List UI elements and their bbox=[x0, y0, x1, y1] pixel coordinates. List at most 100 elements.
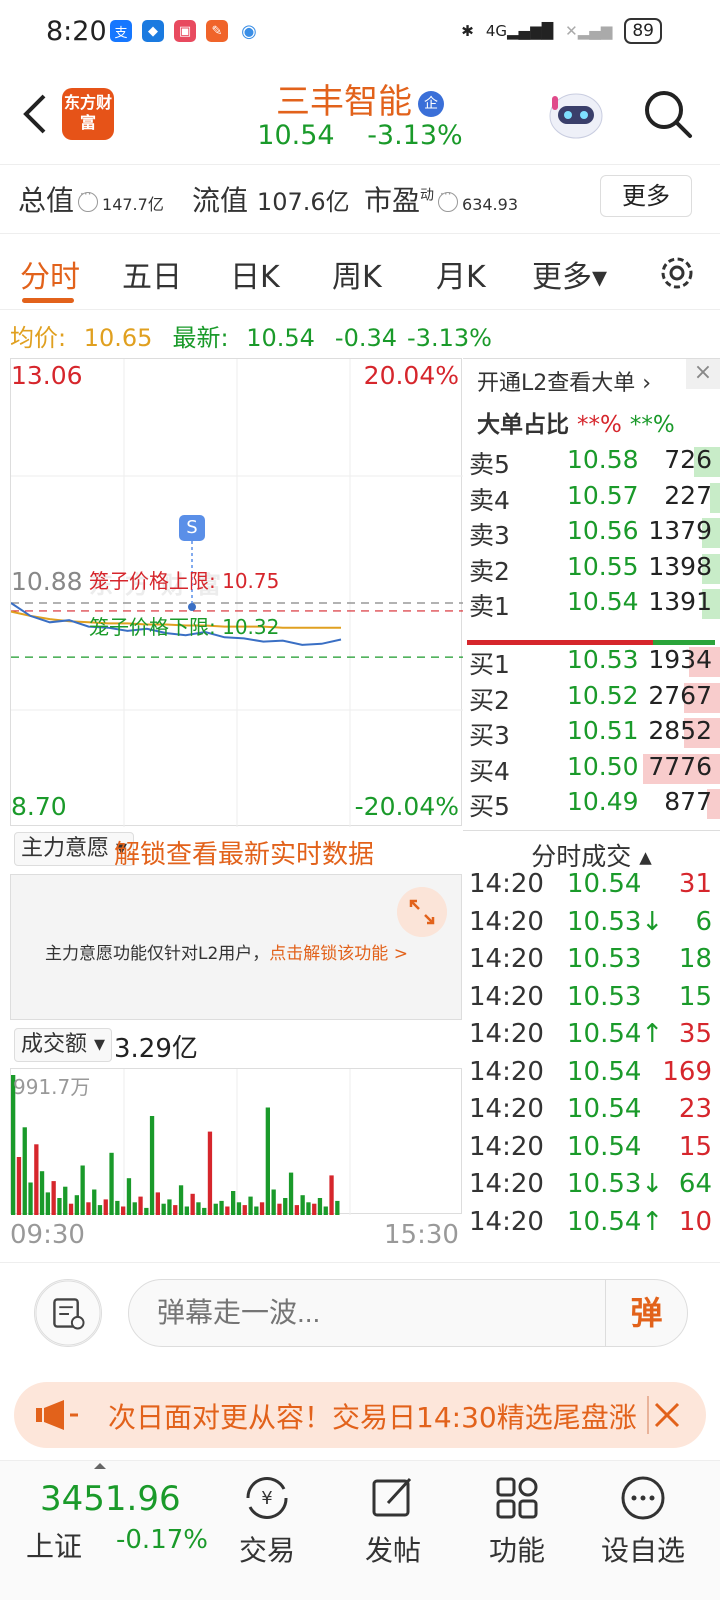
volume-bar bbox=[242, 1205, 247, 1215]
unlock-realtime-link[interactable]: 解锁查看最新实时数据 bbox=[114, 834, 374, 871]
time-sales-title[interactable]: 分时成交 ▴ bbox=[463, 837, 720, 873]
volume-row: 成交额 ▾ 3.29亿 bbox=[10, 1024, 462, 1066]
volume-bar bbox=[335, 1200, 340, 1215]
chart-top-price: 13.06 bbox=[11, 361, 83, 390]
expand-up-icon[interactable] bbox=[92, 1461, 108, 1471]
tab-daily-k[interactable]: 日K bbox=[230, 252, 280, 296]
trade-time: 14:20 bbox=[469, 981, 544, 1012]
price-row: 10.54 -3.13% bbox=[0, 120, 720, 151]
index-name: 上证 bbox=[26, 1530, 83, 1563]
danmu-send-button[interactable]: 弹 bbox=[605, 1280, 687, 1346]
chart-tabs: 分时 五日 日K 周K 月K 更多▾ bbox=[0, 240, 720, 310]
volume-bar bbox=[63, 1186, 68, 1215]
tab-intraday[interactable]: 分时 bbox=[20, 252, 80, 296]
nav-add-watchlist[interactable]: 设自选 bbox=[588, 1467, 698, 1587]
close-icon[interactable]: × bbox=[686, 359, 720, 389]
main-force-panel: 主力意愿功能仅针对L2用户，点击解锁该功能 > bbox=[10, 874, 462, 1020]
volume-bar bbox=[97, 1205, 103, 1215]
bid-level-label: 买5 bbox=[469, 792, 510, 821]
app-icon: ◆ bbox=[142, 20, 164, 42]
volume-bar bbox=[121, 1206, 126, 1215]
tab-five-day[interactable]: 五日 bbox=[122, 252, 182, 296]
bid-row[interactable]: 买3 10.51 2852 bbox=[463, 714, 720, 750]
trade-time: 14:20 bbox=[469, 1056, 544, 1087]
bid-level-label: 买1 bbox=[469, 650, 510, 679]
ask-row[interactable]: 卖2 10.55 1398 bbox=[463, 550, 720, 586]
danmu-input[interactable] bbox=[128, 1279, 688, 1347]
trade-price: 10.53 bbox=[567, 981, 642, 1012]
volume-bar bbox=[45, 1192, 50, 1215]
comment-bar: 弹 bbox=[0, 1262, 720, 1362]
volume-bar bbox=[132, 1202, 137, 1215]
bid-row[interactable]: 买4 10.50 7776 bbox=[463, 750, 720, 786]
more-metrics-button[interactable]: 更多 bbox=[600, 175, 692, 217]
system-indicators: ✱ 4G▂▄▆█ ✕▂▄▆ 89 bbox=[461, 18, 662, 44]
volume-dropdown[interactable]: 成交额 ▾ bbox=[14, 1028, 113, 1062]
float-value[interactable]: 流值 107.6亿 bbox=[192, 179, 350, 219]
trade-price: 10.54 bbox=[567, 1094, 642, 1124]
trade-row: 14:20 10.54 169 bbox=[463, 1057, 720, 1095]
volume-bar bbox=[149, 1116, 155, 1215]
notes-icon[interactable] bbox=[34, 1279, 102, 1347]
info-icon bbox=[438, 187, 459, 212]
promo-banner[interactable]: 次日面对更从容！交易日14:30精选尾盘涨 bbox=[14, 1382, 706, 1448]
nav-post[interactable]: 发帖 bbox=[338, 1467, 448, 1587]
tab-monthly-k[interactable]: 月K bbox=[436, 252, 486, 296]
nav-functions[interactable]: 功能 bbox=[462, 1467, 572, 1587]
volume-bar bbox=[16, 1157, 22, 1215]
volume-bar bbox=[74, 1195, 79, 1215]
expand-icon[interactable] bbox=[397, 887, 447, 937]
ask-row[interactable]: 卖3 10.56 1379 bbox=[463, 514, 720, 550]
robot-assistant-icon[interactable] bbox=[546, 86, 606, 142]
avg-price-label: 均价: 10.65 bbox=[10, 324, 153, 352]
bottom-nav: 3451.96 上证 -0.17% ¥ 交易 发帖 功能 设自选 bbox=[0, 1460, 720, 1600]
volume-bar bbox=[225, 1206, 230, 1215]
total-value[interactable]: 总值147.7亿 bbox=[18, 179, 164, 219]
volume-bar bbox=[317, 1198, 323, 1215]
price-change: -0.34 bbox=[334, 324, 398, 352]
trade-time: 14:20 bbox=[469, 944, 544, 974]
ask-price: 10.58 bbox=[567, 445, 639, 474]
trade-time: 14:20 bbox=[469, 1169, 544, 1199]
volume-bar bbox=[51, 1181, 56, 1215]
bid-volume: 2767 bbox=[648, 680, 712, 710]
ask-row[interactable]: 卖5 10.58 726 bbox=[463, 443, 720, 479]
status-time: 8:20 bbox=[46, 16, 107, 47]
volume-bar bbox=[288, 1172, 294, 1215]
volume-bar bbox=[248, 1196, 253, 1215]
trade-price: 10.54↑ bbox=[567, 1019, 664, 1049]
trade-price: 10.53↓ bbox=[567, 1169, 664, 1199]
search-icon[interactable] bbox=[640, 86, 696, 142]
tab-weekly-k[interactable]: 周K bbox=[332, 252, 382, 296]
close-icon[interactable] bbox=[646, 1394, 682, 1436]
trade-time: 14:20 bbox=[469, 1019, 544, 1049]
trade-time: 14:20 bbox=[469, 1131, 544, 1162]
lower-cage-label: 笼子价格下限: 10.32 bbox=[89, 615, 280, 639]
ask-price: 10.57 bbox=[567, 480, 639, 510]
signal-marker[interactable]: S bbox=[179, 515, 205, 541]
pe-ratio[interactable]: 市盈动634.93 bbox=[364, 179, 518, 219]
gear-icon[interactable] bbox=[656, 252, 698, 294]
volume-bar bbox=[207, 1131, 213, 1215]
volume-chart[interactable]: 991.7万 bbox=[10, 1068, 462, 1215]
signal-icon: ✕▂▄▆ bbox=[565, 22, 613, 40]
ask-row[interactable]: 卖4 10.57 227 bbox=[463, 479, 720, 515]
trade-volume: 15 bbox=[678, 981, 712, 1012]
app-icon: ✎ bbox=[206, 20, 228, 42]
intraday-chart[interactable]: 13.06 20.04% 8.70 -20.04% 10.88 东方财富 笼子价… bbox=[10, 358, 463, 827]
bid-row[interactable]: 买1 10.53 1934 bbox=[463, 643, 720, 679]
ask-row[interactable]: 卖1 10.54 1391 bbox=[463, 585, 720, 621]
volume-bar bbox=[167, 1199, 172, 1215]
volume-bar bbox=[231, 1191, 236, 1215]
nav-trade[interactable]: ¥ 交易 bbox=[212, 1467, 322, 1587]
bid-row[interactable]: 买2 10.52 2767 bbox=[463, 679, 720, 715]
unlock-feature-link[interactable]: 点击解锁该功能 > bbox=[269, 944, 408, 964]
chart-top-pct: 20.04% bbox=[363, 361, 459, 390]
bid-row[interactable]: 买5 10.49 877 bbox=[463, 785, 720, 821]
bluetooth-icon: ✱ bbox=[461, 22, 474, 40]
trade-volume: 23 bbox=[678, 1094, 712, 1124]
tab-more[interactable]: 更多▾ bbox=[532, 252, 607, 296]
bid-volume: 2852 bbox=[648, 716, 712, 745]
trade-row: 14:20 10.54 31 bbox=[463, 869, 720, 907]
l2-upgrade-link[interactable]: 开通L2查看大单 › bbox=[477, 365, 651, 397]
